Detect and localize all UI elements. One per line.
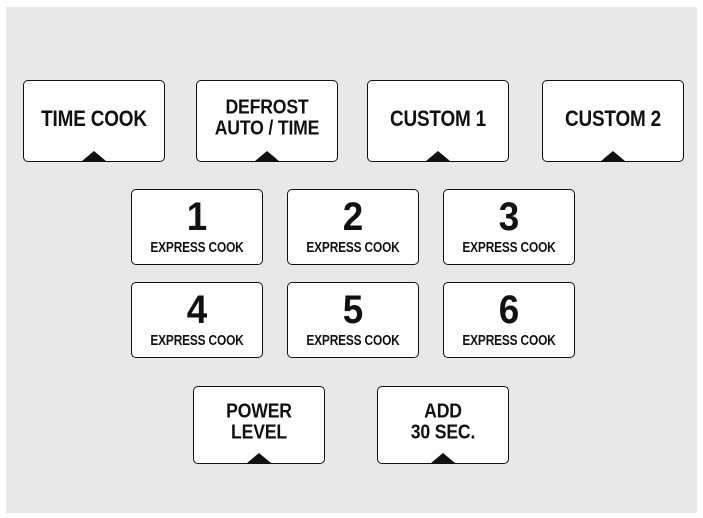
express-cook-number: 1 xyxy=(186,195,208,239)
time-cook-label: TIME COOK xyxy=(41,106,147,132)
time-cook-button[interactable]: TIME COOK xyxy=(23,80,165,162)
triangle-up-icon xyxy=(247,453,271,463)
power-level-button[interactable]: POWER LEVEL xyxy=(193,386,325,464)
express-cook-label: EXPRESS COOK xyxy=(306,240,400,256)
custom-2-button[interactable]: CUSTOM 2 xyxy=(542,80,684,162)
triangle-up-icon xyxy=(426,151,450,161)
triangle-up-icon xyxy=(82,151,106,161)
power-level-label: POWER LEVEL xyxy=(226,399,292,444)
defrost-auto-time-label: DEFROST AUTO / TIME xyxy=(214,95,320,140)
triangle-up-icon xyxy=(255,151,279,161)
express-cook-label: EXPRESS COOK xyxy=(150,240,244,256)
custom-2-label: CUSTOM 2 xyxy=(564,106,662,132)
express-cook-label: EXPRESS COOK xyxy=(150,333,244,349)
microwave-control-panel: TIME COOK DEFROST AUTO / TIME CUSTOM 1 C… xyxy=(6,7,697,513)
express-cook-number: 4 xyxy=(186,288,208,332)
custom-1-label: CUSTOM 1 xyxy=(389,106,487,132)
express-cook-number: 2 xyxy=(342,195,364,239)
express-cook-number: 6 xyxy=(498,288,520,332)
express-cook-2-button[interactable]: 2 EXPRESS COOK xyxy=(287,189,419,265)
add-30-sec-label: ADD 30 SEC. xyxy=(410,399,476,444)
express-cook-4-button[interactable]: 4 EXPRESS COOK xyxy=(131,282,263,358)
express-cook-label: EXPRESS COOK xyxy=(462,333,556,349)
triangle-up-icon xyxy=(601,151,625,161)
triangle-up-icon xyxy=(431,453,455,463)
express-cook-1-button[interactable]: 1 EXPRESS COOK xyxy=(131,189,263,265)
custom-1-button[interactable]: CUSTOM 1 xyxy=(367,80,509,162)
express-cook-5-button[interactable]: 5 EXPRESS COOK xyxy=(287,282,419,358)
express-cook-3-button[interactable]: 3 EXPRESS COOK xyxy=(443,189,575,265)
express-cook-label: EXPRESS COOK xyxy=(306,333,400,349)
express-cook-6-button[interactable]: 6 EXPRESS COOK xyxy=(443,282,575,358)
defrost-auto-time-button[interactable]: DEFROST AUTO / TIME xyxy=(196,80,338,162)
express-cook-number: 3 xyxy=(498,195,520,239)
add-30-sec-button[interactable]: ADD 30 SEC. xyxy=(377,386,509,464)
express-cook-label: EXPRESS COOK xyxy=(462,240,556,256)
express-cook-number: 5 xyxy=(342,288,364,332)
